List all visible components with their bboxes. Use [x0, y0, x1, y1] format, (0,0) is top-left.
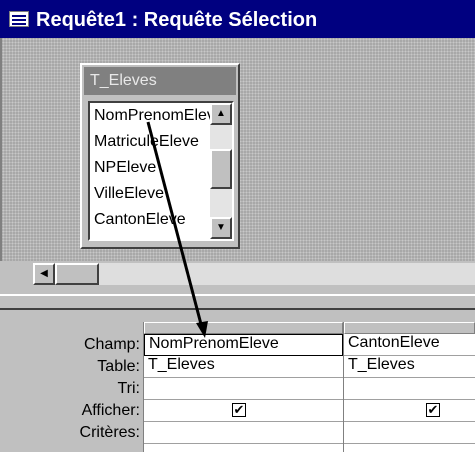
drag-arrow-annotation	[146, 121, 208, 338]
